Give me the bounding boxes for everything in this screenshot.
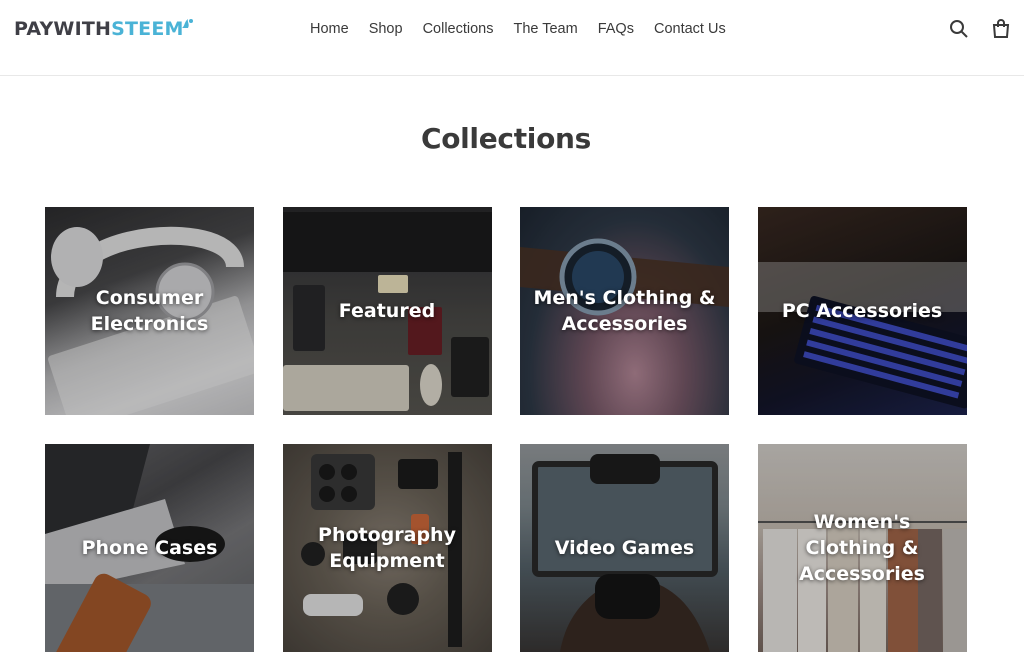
collection-tile-phone-cases[interactable]: Phone Cases bbox=[45, 444, 254, 652]
collections-grid: Consumer Electronics Featured Men's Clot… bbox=[45, 207, 967, 652]
steem-logo-icon bbox=[180, 14, 194, 36]
collection-label: Consumer Electronics bbox=[90, 287, 209, 335]
logo-text-steem: STEEM bbox=[111, 18, 184, 40]
header-icons bbox=[948, 18, 1012, 40]
nav-contact-us[interactable]: Contact Us bbox=[644, 19, 736, 39]
site-logo[interactable]: PAYWITH STEEM bbox=[14, 16, 194, 42]
search-icon[interactable] bbox=[948, 18, 970, 40]
collection-label: Men's Clothing & Accessories bbox=[533, 287, 716, 335]
collection-tile-featured[interactable]: Featured bbox=[282, 207, 492, 415]
cart-icon[interactable] bbox=[990, 18, 1012, 40]
collection-label: Featured bbox=[338, 300, 436, 322]
nav-shop[interactable]: Shop bbox=[359, 19, 413, 39]
collection-tile-womens-clothing-accessories[interactable]: Women's Clothing & Accessories bbox=[757, 444, 967, 652]
collection-tile-video-games[interactable]: Video Games bbox=[520, 444, 729, 652]
main-navigation: Home Shop Collections The Team FAQs Cont… bbox=[300, 19, 736, 39]
nav-home[interactable]: Home bbox=[300, 19, 359, 39]
collection-tile-mens-clothing-accessories[interactable]: Men's Clothing & Accessories bbox=[520, 207, 729, 415]
collection-label: Women's Clothing & Accessories bbox=[799, 511, 925, 585]
nav-collections[interactable]: Collections bbox=[413, 19, 504, 39]
nav-the-team[interactable]: The Team bbox=[503, 19, 587, 39]
collection-label: PC Accessories bbox=[781, 300, 943, 322]
logo-text-paywith: PAYWITH bbox=[14, 18, 112, 40]
collection-label: Photography Equipment bbox=[318, 524, 456, 572]
page-title: Collections bbox=[420, 122, 592, 155]
site-header: PAYWITH STEEM Home Shop Collections The T… bbox=[0, 0, 1024, 76]
collection-tile-pc-accessories[interactable]: PC Accessories bbox=[757, 207, 967, 415]
collection-tile-consumer-electronics[interactable]: Consumer Electronics bbox=[45, 207, 254, 415]
collection-label: Phone Cases bbox=[81, 537, 218, 559]
collection-label: Video Games bbox=[554, 537, 695, 559]
nav-faqs[interactable]: FAQs bbox=[588, 19, 644, 39]
collection-tile-photography-equipment[interactable]: Photography Equipment bbox=[282, 444, 492, 652]
